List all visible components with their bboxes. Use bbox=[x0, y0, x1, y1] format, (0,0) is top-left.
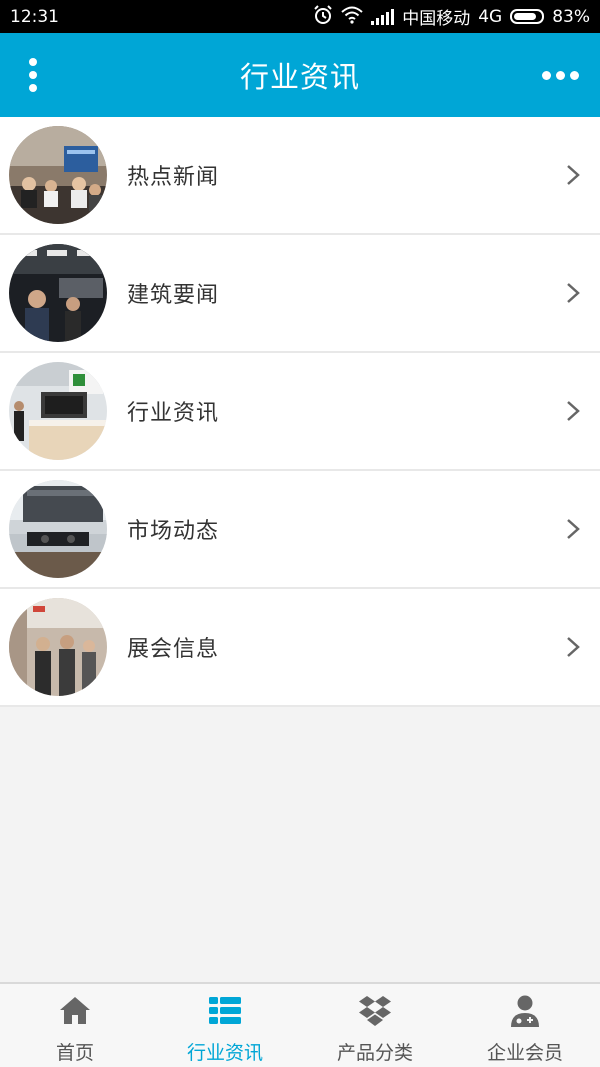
list-item-label: 建筑要闻 bbox=[127, 283, 220, 308]
status-time: 12:31 bbox=[10, 6, 59, 27]
thumbnail-kitchen-appliance-photo bbox=[9, 480, 107, 578]
nav-label: 首页 bbox=[55, 1042, 94, 1064]
list-item-label: 热点新闻 bbox=[127, 165, 220, 190]
list-item-label: 行业资讯 bbox=[127, 401, 220, 426]
app-bar: 行业资讯 bbox=[0, 33, 600, 117]
nav-item-products[interactable]: 产品分类 bbox=[300, 984, 450, 1067]
list-icon bbox=[209, 997, 241, 1024]
network-type: 4G bbox=[478, 6, 503, 27]
bottom-nav: 首页 行业资讯 产品分类 企业会员 bbox=[0, 982, 600, 1067]
horizontal-dots-more-icon[interactable] bbox=[538, 63, 582, 87]
vertical-dots-menu-icon[interactable] bbox=[18, 53, 48, 97]
list-item[interactable]: 行业资讯 bbox=[0, 353, 600, 471]
alarm-icon bbox=[313, 4, 333, 29]
category-list: 热点新闻 建筑要闻 行业资讯 市场动态 展会信息 bbox=[0, 117, 600, 707]
home-icon bbox=[60, 997, 90, 1024]
battery-icon bbox=[510, 9, 545, 24]
thumbnail-showroom-photo bbox=[9, 362, 107, 460]
nav-label: 行业资讯 bbox=[186, 1042, 263, 1064]
signal-icon bbox=[371, 8, 395, 25]
thumbnail-exhibition-photo bbox=[9, 598, 107, 696]
status-indicators: 中国移动 4G 83% bbox=[313, 4, 590, 29]
chevron-right-icon bbox=[567, 165, 580, 185]
nav-item-member[interactable]: 企业会员 bbox=[450, 984, 600, 1067]
dropbox-box-icon bbox=[359, 996, 391, 1026]
thumbnail-meeting-photo bbox=[9, 126, 107, 224]
status-bar: 12:31 中国移动 4G 83% bbox=[0, 0, 600, 33]
list-item[interactable]: 热点新闻 bbox=[0, 117, 600, 235]
nav-item-industry-news[interactable]: 行业资讯 bbox=[150, 984, 300, 1067]
list-item[interactable]: 市场动态 bbox=[0, 471, 600, 589]
list-item-label: 展会信息 bbox=[127, 637, 220, 662]
chevron-right-icon bbox=[567, 283, 580, 303]
chevron-right-icon bbox=[567, 401, 580, 421]
nav-item-home[interactable]: 首页 bbox=[0, 984, 150, 1067]
list-item[interactable]: 展会信息 bbox=[0, 589, 600, 707]
list-item-label: 市场动态 bbox=[127, 519, 220, 544]
wifi-icon bbox=[341, 6, 363, 28]
carrier-name: 中国移动 bbox=[402, 9, 471, 29]
chevron-right-icon bbox=[567, 637, 580, 657]
nav-label: 产品分类 bbox=[336, 1042, 413, 1064]
list-item[interactable]: 建筑要闻 bbox=[0, 235, 600, 353]
doctor-user-icon bbox=[511, 995, 539, 1027]
battery-percent: 83% bbox=[552, 6, 590, 27]
chevron-right-icon bbox=[567, 519, 580, 539]
nav-label: 企业会员 bbox=[486, 1042, 563, 1064]
thumbnail-indoor-people-photo bbox=[9, 244, 107, 342]
page-title: 行业资讯 bbox=[239, 60, 360, 94]
